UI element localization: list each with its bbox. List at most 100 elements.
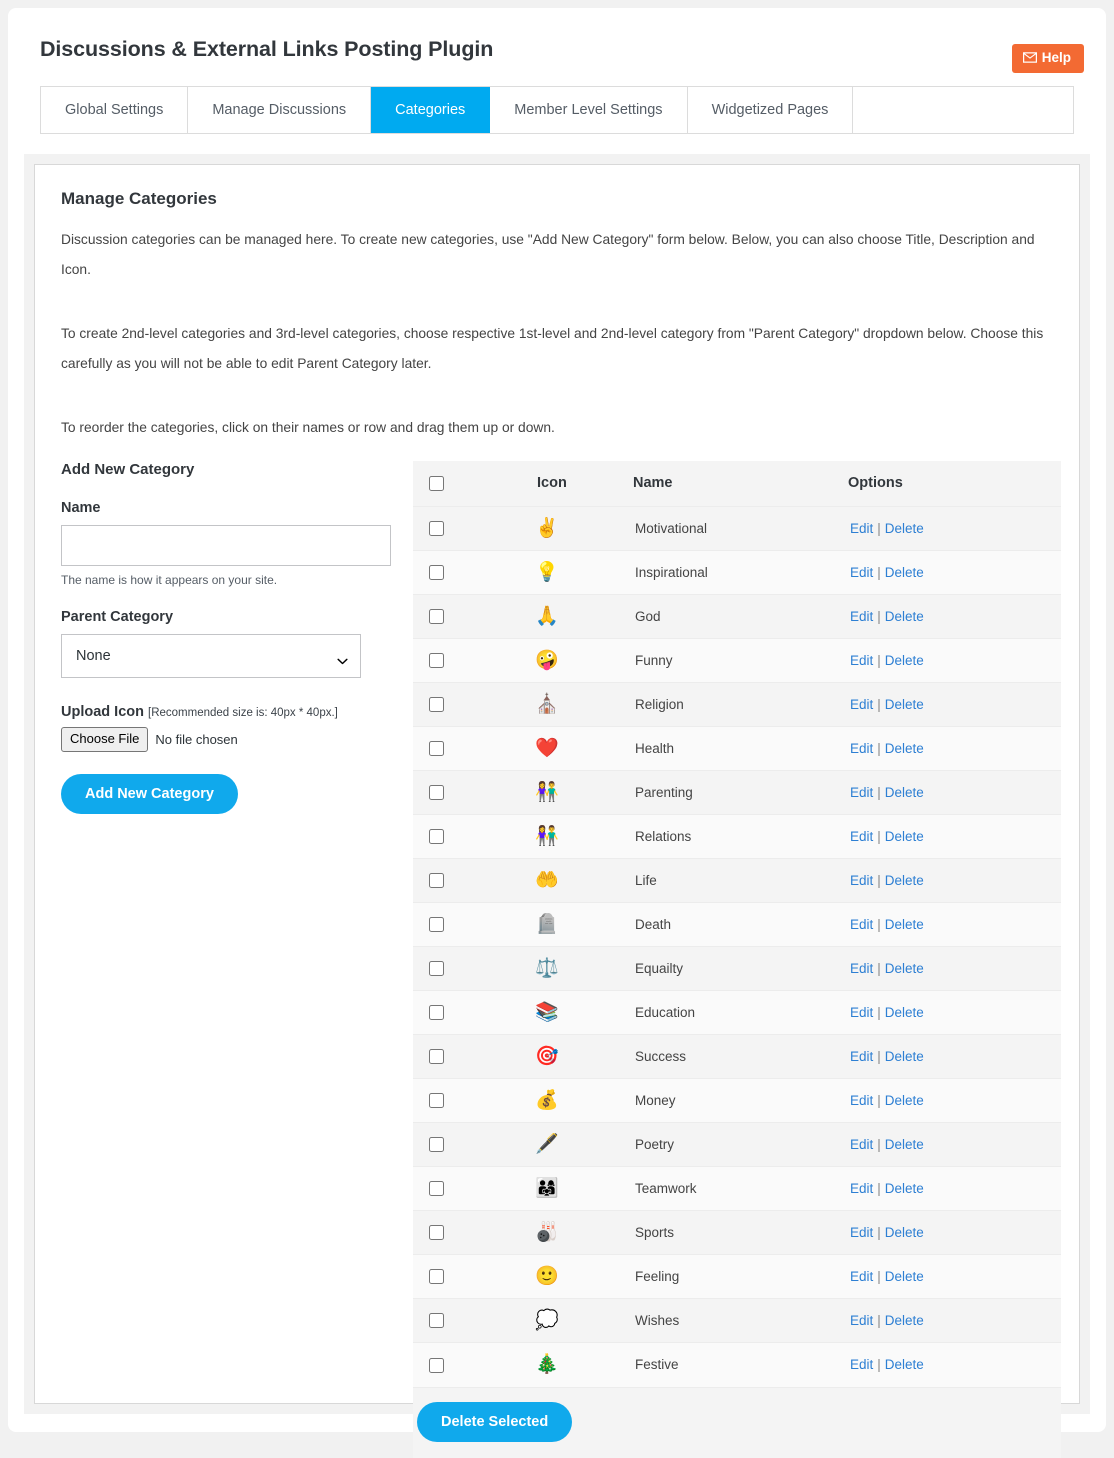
table-row[interactable]: 🎯SuccessEdit|Delete	[413, 1035, 1061, 1079]
tab-member-level-settings[interactable]: Member Level Settings	[490, 87, 687, 133]
edit-link[interactable]: Edit	[850, 829, 873, 844]
delete-link[interactable]: Delete	[885, 1049, 924, 1064]
edit-link[interactable]: Edit	[850, 873, 873, 888]
row-checkbox[interactable]	[429, 829, 444, 844]
delete-link[interactable]: Delete	[885, 1225, 924, 1240]
choose-file-button[interactable]: Choose File	[61, 727, 148, 752]
delete-link[interactable]: Delete	[885, 653, 924, 668]
row-checkbox[interactable]	[429, 1049, 444, 1064]
edit-link[interactable]: Edit	[850, 785, 873, 800]
edit-link[interactable]: Edit	[850, 1225, 873, 1240]
delete-link[interactable]: Delete	[885, 741, 924, 756]
help-button[interactable]: Help	[1012, 44, 1084, 73]
delete-link[interactable]: Delete	[885, 697, 924, 712]
edit-link[interactable]: Edit	[850, 521, 873, 536]
edit-link[interactable]: Edit	[850, 1005, 873, 1020]
edit-link[interactable]: Edit	[850, 1181, 873, 1196]
delete-link[interactable]: Delete	[885, 1093, 924, 1108]
edit-link[interactable]: Edit	[850, 697, 873, 712]
row-checkbox[interactable]	[429, 961, 444, 976]
delete-link[interactable]: Delete	[885, 917, 924, 932]
table-row[interactable]: 👫ParentingEdit|Delete	[413, 771, 1061, 815]
edit-link[interactable]: Edit	[850, 1357, 873, 1372]
delete-link[interactable]: Delete	[885, 961, 924, 976]
tab-widgetized-pages[interactable]: Widgetized Pages	[688, 87, 854, 133]
table-row[interactable]: 🪦DeathEdit|Delete	[413, 903, 1061, 947]
name-input[interactable]	[61, 525, 391, 566]
delete-link[interactable]: Delete	[885, 1181, 924, 1196]
edit-link[interactable]: Edit	[850, 609, 873, 624]
table-row[interactable]: 👫RelationsEdit|Delete	[413, 815, 1061, 859]
delete-link[interactable]: Delete	[885, 1269, 924, 1284]
delete-selected-button[interactable]: Delete Selected	[417, 1402, 572, 1443]
row-checkbox[interactable]	[429, 1181, 444, 1196]
table-row[interactable]: 💭WishesEdit|Delete	[413, 1299, 1061, 1343]
table-row[interactable]: ✌️MotivationalEdit|Delete	[413, 507, 1061, 551]
row-checkbox[interactable]	[429, 521, 444, 536]
delete-link[interactable]: Delete	[885, 785, 924, 800]
delete-link[interactable]: Delete	[885, 1137, 924, 1152]
parent-category-select[interactable]: None	[61, 634, 361, 678]
row-checkbox[interactable]	[429, 1005, 444, 1020]
edit-link[interactable]: Edit	[850, 653, 873, 668]
row-checkbox[interactable]	[429, 1093, 444, 1108]
edit-link[interactable]: Edit	[850, 1137, 873, 1152]
delete-link[interactable]: Delete	[885, 1005, 924, 1020]
table-row[interactable]: 🙏GodEdit|Delete	[413, 595, 1061, 639]
tab-global-settings[interactable]: Global Settings	[41, 87, 188, 133]
row-name-cell: Equailty	[633, 947, 848, 991]
table-row[interactable]: 🤲LifeEdit|Delete	[413, 859, 1061, 903]
options-separator: |	[877, 829, 881, 844]
row-checkbox[interactable]	[429, 565, 444, 580]
table-row[interactable]: 🙂FeelingEdit|Delete	[413, 1255, 1061, 1299]
row-options-cell: Edit|Delete	[848, 595, 1061, 639]
table-row[interactable]: ⚖️EquailtyEdit|Delete	[413, 947, 1061, 991]
edit-link[interactable]: Edit	[850, 1313, 873, 1328]
table-row[interactable]: 🖋️PoetryEdit|Delete	[413, 1123, 1061, 1167]
options-separator: |	[877, 521, 881, 536]
table-row[interactable]: 💰MoneyEdit|Delete	[413, 1079, 1061, 1123]
tab-manage-discussions[interactable]: Manage Discussions	[188, 87, 371, 133]
balance-scale-icon: ⚖️	[535, 959, 559, 978]
delete-link[interactable]: Delete	[885, 1357, 924, 1372]
delete-link[interactable]: Delete	[885, 1313, 924, 1328]
edit-link[interactable]: Edit	[850, 1269, 873, 1284]
row-name-cell: Relations	[633, 815, 848, 859]
table-row[interactable]: 💡InspirationalEdit|Delete	[413, 551, 1061, 595]
edit-link[interactable]: Edit	[850, 961, 873, 976]
select-all-checkbox[interactable]	[429, 476, 444, 491]
delete-link[interactable]: Delete	[885, 521, 924, 536]
edit-link[interactable]: Edit	[850, 565, 873, 580]
table-row[interactable]: ⛪ReligionEdit|Delete	[413, 683, 1061, 727]
row-checkbox[interactable]	[429, 1225, 444, 1240]
row-checkbox[interactable]	[429, 1313, 444, 1328]
row-checkbox[interactable]	[429, 609, 444, 624]
delete-link[interactable]: Delete	[885, 829, 924, 844]
row-checkbox[interactable]	[429, 697, 444, 712]
options-separator: |	[877, 1357, 881, 1372]
table-row[interactable]: 📚EducationEdit|Delete	[413, 991, 1061, 1035]
delete-link[interactable]: Delete	[885, 565, 924, 580]
table-row[interactable]: 🤪FunnyEdit|Delete	[413, 639, 1061, 683]
row-checkbox[interactable]	[429, 873, 444, 888]
row-checkbox[interactable]	[429, 653, 444, 668]
table-row[interactable]: 👨‍👩‍👧TeamworkEdit|Delete	[413, 1167, 1061, 1211]
delete-link[interactable]: Delete	[885, 609, 924, 624]
table-row[interactable]: 🎄FestiveEdit|Delete	[413, 1343, 1061, 1387]
row-checkbox[interactable]	[429, 785, 444, 800]
row-checkbox[interactable]	[429, 1269, 444, 1284]
row-checkbox[interactable]	[429, 917, 444, 932]
table-row[interactable]: ❤️HealthEdit|Delete	[413, 727, 1061, 771]
table-row[interactable]: 🎳SportsEdit|Delete	[413, 1211, 1061, 1255]
edit-link[interactable]: Edit	[850, 917, 873, 932]
add-new-category-button[interactable]: Add New Category	[61, 774, 238, 815]
row-checkbox[interactable]	[429, 741, 444, 756]
edit-link[interactable]: Edit	[850, 1049, 873, 1064]
tab-categories[interactable]: Categories	[371, 87, 490, 133]
edit-link[interactable]: Edit	[850, 741, 873, 756]
edit-link[interactable]: Edit	[850, 1093, 873, 1108]
delete-link[interactable]: Delete	[885, 873, 924, 888]
row-name-cell: Money	[633, 1079, 848, 1123]
row-checkbox[interactable]	[429, 1358, 444, 1373]
row-checkbox[interactable]	[429, 1137, 444, 1152]
